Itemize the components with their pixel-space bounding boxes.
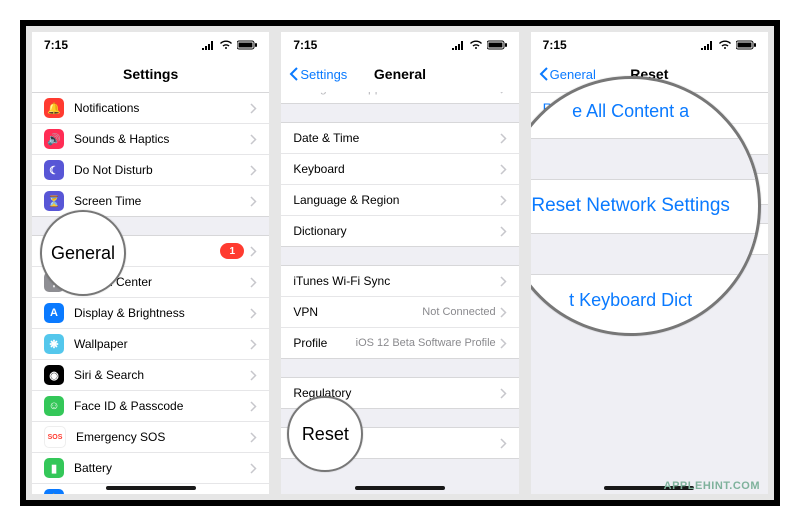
sos-icon: SOS [44, 426, 66, 448]
sounds-icon: 🔊 [44, 129, 64, 149]
back-button[interactable]: Settings [289, 67, 347, 82]
chevron-right-icon [250, 339, 257, 350]
siri-icon: ◉ [44, 365, 64, 385]
row-bg-refresh[interactable]: Background App Refresh [281, 92, 518, 103]
row-date-time[interactable]: Date & Time [281, 123, 518, 154]
screenshot-settings-root: 7:15 Settings 🔔Notifications 🔊Sounds & H… [32, 32, 269, 494]
chevron-right-icon [500, 388, 507, 399]
wifi-icon [469, 40, 483, 50]
chevron-right-icon [250, 103, 257, 114]
chevron-right-icon [500, 195, 507, 206]
row-wallpaper[interactable]: ❋Wallpaper [32, 329, 269, 360]
status-time: 7:15 [543, 38, 567, 52]
page-title: Settings [123, 66, 178, 82]
row-display[interactable]: ADisplay & Brightness [32, 298, 269, 329]
update-badge: 1 [220, 243, 244, 259]
status-bar: 7:15 [32, 32, 269, 56]
signal-icon [201, 40, 215, 50]
chevron-right-icon [250, 196, 257, 207]
chevron-right-icon [500, 92, 507, 94]
wifi-icon [718, 40, 732, 50]
wallpaper-icon: ❋ [44, 334, 64, 354]
chevron-right-icon [250, 246, 257, 257]
row-sos[interactable]: SOSEmergency SOS [32, 422, 269, 453]
dnd-icon: ☾ [44, 160, 64, 180]
navbar: Settings General [281, 56, 518, 93]
wifi-icon [219, 40, 233, 50]
row-profile[interactable]: ProfileiOS 12 Beta Software Profile [281, 328, 518, 358]
chevron-right-icon [250, 401, 257, 412]
notifications-icon: 🔔 [44, 98, 64, 118]
signal-icon [451, 40, 465, 50]
back-button[interactable]: General [539, 67, 596, 82]
screenshot-reset: 7:15 General Reset Reset All Settings Er… [531, 32, 768, 494]
status-time: 7:15 [44, 38, 68, 52]
row-faceid[interactable]: ☺Face ID & Passcode [32, 391, 269, 422]
status-bar: 7:15 [531, 32, 768, 56]
battery-icon [237, 40, 257, 50]
display-icon: A [44, 303, 64, 323]
home-indicator [106, 486, 196, 490]
row-notifications[interactable]: 🔔Notifications [32, 93, 269, 124]
row-dnd[interactable]: ☾Do Not Disturb [32, 155, 269, 186]
screenshot-general: 7:15 Settings General Background App Ref… [281, 32, 518, 494]
row-battery[interactable]: ▮Battery [32, 453, 269, 484]
profile-value: iOS 12 Beta Software Profile [356, 337, 496, 349]
magnifier-general: General [40, 210, 126, 296]
chevron-right-icon [500, 164, 507, 175]
battery-settings-icon: ▮ [44, 458, 64, 478]
chevron-right-icon [500, 338, 507, 349]
chevron-right-icon [250, 134, 257, 145]
row-language[interactable]: Language & Region [281, 185, 518, 216]
row-sounds[interactable]: 🔊Sounds & Haptics [32, 124, 269, 155]
chevron-right-icon [500, 133, 507, 144]
status-bar: 7:15 [281, 32, 518, 56]
battery-icon [487, 40, 507, 50]
chevron-right-icon [250, 165, 257, 176]
battery-icon [736, 40, 756, 50]
faceid-icon: ☺ [44, 396, 64, 416]
chevron-right-icon [250, 277, 257, 288]
navbar: Settings [32, 56, 269, 93]
privacy-icon: ✋ [44, 489, 64, 494]
page-title: General [374, 66, 426, 82]
vpn-status: Not Connected [422, 306, 495, 318]
signal-icon [700, 40, 714, 50]
chevron-right-icon [250, 432, 257, 443]
row-dictionary[interactable]: Dictionary [281, 216, 518, 246]
row-vpn[interactable]: VPNNot Connected [281, 297, 518, 328]
row-itunes-sync[interactable]: iTunes Wi-Fi Sync [281, 266, 518, 297]
chevron-right-icon [500, 438, 507, 449]
mag-reset-network-label: Reset Network Settings [531, 195, 758, 217]
row-keyboard[interactable]: Keyboard [281, 154, 518, 185]
watermark: APPLEHINT.COM [664, 480, 760, 492]
magnifier-reset: Reset [287, 396, 363, 472]
home-indicator [355, 486, 445, 490]
row-siri[interactable]: ◉Siri & Search [32, 360, 269, 391]
screentime-icon: ⏳ [44, 191, 64, 211]
chevron-right-icon [500, 307, 507, 318]
chevron-right-icon [250, 494, 257, 495]
chevron-right-icon [250, 370, 257, 381]
chevron-right-icon [500, 276, 507, 287]
chevron-right-icon [500, 226, 507, 237]
chevron-right-icon [250, 463, 257, 474]
status-time: 7:15 [293, 38, 317, 52]
chevron-right-icon [250, 308, 257, 319]
